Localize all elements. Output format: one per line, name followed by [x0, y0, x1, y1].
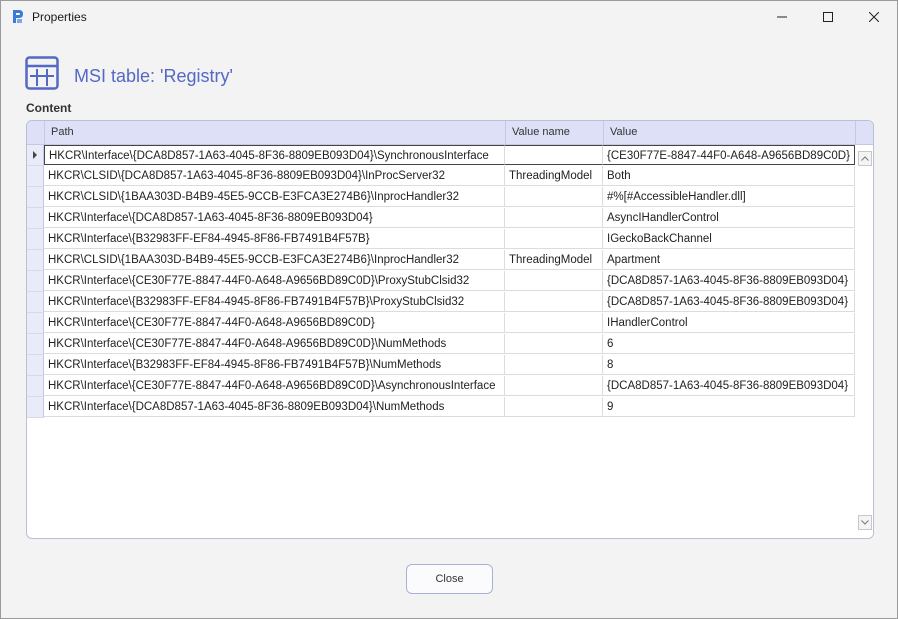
- cell-path[interactable]: HKCR\CLSID\{1BAA303D-B4B9-45E5-9CCB-E3FC…: [44, 250, 505, 270]
- cell-value-name[interactable]: [505, 271, 603, 291]
- table-row[interactable]: HKCR\CLSID\{1BAA303D-B4B9-45E5-9CCB-E3FC…: [27, 250, 855, 271]
- table-row[interactable]: HKCR\Interface\{CE30F77E-8847-44F0-A648-…: [27, 376, 855, 397]
- current-row-arrow-icon: [33, 151, 37, 159]
- cell-value-name[interactable]: [505, 292, 603, 312]
- cell-value[interactable]: 6: [603, 334, 855, 354]
- page-title: MSI table: 'Registry': [74, 66, 233, 86]
- cell-path[interactable]: HKCR\Interface\{CE30F77E-8847-44F0-A648-…: [44, 271, 505, 291]
- cell-value[interactable]: AsyncIHandlerControl: [603, 208, 855, 228]
- table-icon: [25, 56, 59, 90]
- properties-window: Properties MSI table: 'Registry' Content: [0, 0, 898, 619]
- cell-value-name[interactable]: [505, 334, 603, 354]
- cell-value-name[interactable]: ThreadingModel: [505, 250, 603, 270]
- vertical-scrollbar[interactable]: [856, 145, 873, 538]
- row-header[interactable]: [27, 292, 44, 313]
- cell-value[interactable]: {DCA8D857-1A63-4045-8F36-8809EB093D04}: [603, 376, 855, 396]
- cell-value-name[interactable]: ThreadingModel: [505, 166, 603, 186]
- close-window-button[interactable]: [851, 1, 897, 32]
- column-header-path[interactable]: Path: [44, 121, 505, 144]
- table-row[interactable]: HKCR\Interface\{DCA8D857-1A63-4045-8F36-…: [27, 208, 855, 229]
- table-row[interactable]: HKCR\Interface\{B32983FF-EF84-4945-8F86-…: [27, 292, 855, 313]
- cell-value-name[interactable]: [505, 313, 603, 333]
- close-icon: [869, 11, 879, 22]
- title-bar[interactable]: Properties: [1, 1, 897, 32]
- chevron-up-icon: [861, 156, 869, 161]
- table-row[interactable]: HKCR\Interface\{CE30F77E-8847-44F0-A648-…: [27, 313, 855, 334]
- chevron-down-icon: [861, 520, 869, 525]
- cell-value-name[interactable]: [505, 187, 603, 207]
- row-header[interactable]: [27, 334, 44, 355]
- table-header: Path Value name Value: [27, 121, 873, 145]
- cell-value-name[interactable]: [505, 397, 603, 417]
- cell-value-name[interactable]: [505, 355, 603, 375]
- app-logo-icon: [13, 10, 23, 23]
- header-corner: [27, 121, 44, 144]
- cell-path[interactable]: HKCR\CLSID\{1BAA303D-B4B9-45E5-9CCB-E3FC…: [44, 187, 505, 207]
- close-button[interactable]: Close: [406, 564, 493, 594]
- cell-path[interactable]: HKCR\Interface\{DCA8D857-1A63-4045-8F36-…: [44, 397, 505, 417]
- content-label: Content: [26, 101, 72, 115]
- cell-path[interactable]: HKCR\Interface\{CE30F77E-8847-44F0-A648-…: [44, 313, 505, 333]
- cell-path[interactable]: HKCR\Interface\{DCA8D857-1A63-4045-8F36-…: [44, 145, 505, 165]
- cell-value-name[interactable]: [505, 229, 603, 249]
- cell-value[interactable]: Apartment: [603, 250, 855, 270]
- cell-path[interactable]: HKCR\Interface\{B32983FF-EF84-4945-8F86-…: [44, 229, 505, 249]
- cell-path[interactable]: HKCR\Interface\{CE30F77E-8847-44F0-A648-…: [44, 376, 505, 396]
- cell-value-name[interactable]: [505, 145, 603, 165]
- table-row[interactable]: HKCR\CLSID\{DCA8D857-1A63-4045-8F36-8809…: [27, 166, 855, 187]
- cell-path[interactable]: HKCR\CLSID\{DCA8D857-1A63-4045-8F36-8809…: [44, 166, 505, 186]
- cell-path[interactable]: HKCR\Interface\{B32983FF-EF84-4945-8F86-…: [44, 292, 505, 312]
- cell-path[interactable]: HKCR\Interface\{B32983FF-EF84-4945-8F86-…: [44, 355, 505, 375]
- cell-value[interactable]: {CE30F77E-8847-44F0-A648-A9656BD89C0D}: [603, 145, 855, 165]
- row-header[interactable]: [27, 208, 44, 229]
- row-header[interactable]: [27, 397, 44, 418]
- table-row[interactable]: HKCR\Interface\{CE30F77E-8847-44F0-A648-…: [27, 334, 855, 355]
- column-header-value-name[interactable]: Value name: [505, 121, 603, 144]
- registry-table[interactable]: Path Value name Value HKCR\Interface\{DC…: [26, 120, 874, 539]
- row-header[interactable]: [27, 376, 44, 397]
- cell-value-name[interactable]: [505, 376, 603, 396]
- cell-value[interactable]: Both: [603, 166, 855, 186]
- column-header-value[interactable]: Value: [603, 121, 855, 144]
- table-row[interactable]: HKCR\Interface\{DCA8D857-1A63-4045-8F36-…: [27, 145, 855, 166]
- row-header[interactable]: [27, 271, 44, 292]
- window-title: Properties: [32, 10, 87, 24]
- table-row[interactable]: HKCR\Interface\{B32983FF-EF84-4945-8F86-…: [27, 355, 855, 376]
- table-row[interactable]: HKCR\Interface\{B32983FF-EF84-4945-8F86-…: [27, 229, 855, 250]
- row-header[interactable]: [27, 187, 44, 208]
- cell-value[interactable]: #%[#AccessibleHandler.dll]: [603, 187, 855, 207]
- table-row[interactable]: HKCR\Interface\{CE30F77E-8847-44F0-A648-…: [27, 271, 855, 292]
- cell-value[interactable]: {DCA8D857-1A63-4045-8F36-8809EB093D04}: [603, 271, 855, 291]
- cell-value[interactable]: IGeckoBackChannel: [603, 229, 855, 249]
- row-header[interactable]: [27, 355, 44, 376]
- row-header[interactable]: [27, 145, 44, 166]
- cell-value[interactable]: IHandlerControl: [603, 313, 855, 333]
- scroll-up-button[interactable]: [858, 151, 872, 166]
- row-header[interactable]: [27, 229, 44, 250]
- row-header[interactable]: [27, 313, 44, 334]
- column-header-filler: [855, 121, 873, 144]
- row-header[interactable]: [27, 166, 44, 187]
- cell-value-name[interactable]: [505, 208, 603, 228]
- maximize-icon: [823, 11, 833, 22]
- maximize-button[interactable]: [805, 1, 851, 32]
- scroll-down-button[interactable]: [858, 515, 872, 530]
- cell-value[interactable]: {DCA8D857-1A63-4045-8F36-8809EB093D04}: [603, 292, 855, 312]
- minimize-icon: [777, 16, 787, 17]
- cell-path[interactable]: HKCR\Interface\{CE30F77E-8847-44F0-A648-…: [44, 334, 505, 354]
- cell-value[interactable]: 8: [603, 355, 855, 375]
- table-row[interactable]: HKCR\CLSID\{1BAA303D-B4B9-45E5-9CCB-E3FC…: [27, 187, 855, 208]
- cell-path[interactable]: HKCR\Interface\{DCA8D857-1A63-4045-8F36-…: [44, 208, 505, 228]
- cell-value[interactable]: 9: [603, 397, 855, 417]
- minimize-button[interactable]: [759, 1, 805, 32]
- row-header[interactable]: [27, 250, 44, 271]
- table-row[interactable]: HKCR\Interface\{DCA8D857-1A63-4045-8F36-…: [27, 397, 855, 418]
